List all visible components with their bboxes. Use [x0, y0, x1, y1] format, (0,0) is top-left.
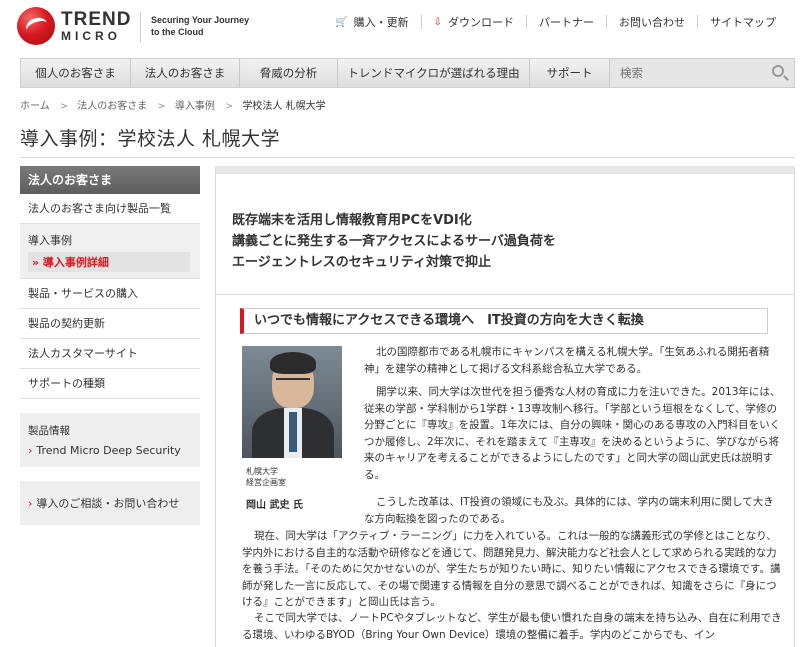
util-link-partner[interactable]: パートナー [526, 15, 606, 29]
sidebar-item-support-types[interactable]: サポートの種類 [20, 369, 200, 399]
lead-line-1: 既存端末を活用し情報教育用PCをVDI化 [232, 213, 472, 228]
breadcrumb-home[interactable]: ホーム [20, 101, 50, 112]
contact-box[interactable]: › 導入のご相談・お問い合わせ [20, 481, 200, 525]
sidebar: 法人のお客さま 法人のお客さま向け製品一覧 導入事例 » 導入事例詳細 製品・サ… [20, 166, 200, 525]
caption-org-line-1: 札幌大学 [246, 467, 278, 476]
paragraph-2: 開学以来、同大学は次世代を担う優秀な人材の育成に力を注いできた。2013年には、… [364, 386, 781, 481]
nav-support[interactable]: サポート [530, 59, 610, 87]
caption-org-line-2: 経営企画室 [246, 478, 286, 487]
paragraph-4: 現在、同大学は「アクティブ・ラーニング」に力を入れている。これは一般的な講義形式… [242, 530, 781, 608]
page-title: 導入事例：学校法人 札幌大学 [20, 128, 281, 150]
paragraph-3: こうした改革は、IT投資の領域にも及ぶ。具体的には、学内の端末利用に関して大きな… [364, 496, 774, 525]
tagline: Securing Your Journey to the Cloud [151, 14, 249, 38]
product-link-deep-security[interactable]: › Trend Micro Deep Security [28, 444, 192, 457]
utility-nav: 🛒 購入・更新 ⇩ ダウンロード パートナー お問い合わせ サイトマップ [323, 15, 788, 29]
chevron-right-icon: › [28, 497, 33, 510]
download-icon: ⇩ [433, 16, 442, 28]
sidebar-item-purchase[interactable]: 製品・サービスの購入 [20, 279, 200, 309]
logo-wordmark-bottom: MICRO [61, 29, 121, 43]
title-divider [20, 157, 795, 158]
nav-business[interactable]: 法人のお客さま [131, 59, 240, 87]
section-heading: いつでも情報にアクセスできる環境へ IT投資の方向を大きく転換 [240, 308, 768, 334]
contact-link-label: 導入のご相談・お問い合わせ [36, 497, 180, 510]
nav-personal[interactable]: 個人のお客さま [21, 59, 131, 87]
breadcrumb-business[interactable]: 法人のお客さま [77, 101, 147, 112]
paragraph-5: そこで同大学では、ノートPCやタブレットなど、学生が最も使い慣れた自身の端末を持… [242, 612, 782, 641]
site-header: TREND MICRO Securing Your Journey to the… [0, 0, 800, 56]
util-link-label: お問い合わせ [619, 16, 685, 29]
util-link-download[interactable]: ⇩ ダウンロード [420, 15, 526, 29]
search-box [610, 59, 794, 87]
product-link-label: Trend Micro Deep Security [36, 444, 181, 457]
photo-caption-name: 岡山 武史 氏 [246, 500, 303, 511]
global-nav: 個人のお客さま 法人のお客さま 脅威の分析 トレンドマイクロが選ばれる理由 サポ… [20, 58, 795, 88]
search-icon[interactable] [772, 65, 784, 77]
lead-line-2: 講義ごとに発生する一斉アクセスによるサーバ過負荷を [232, 234, 556, 249]
sidebar-item-cases[interactable]: 導入事例 [28, 232, 200, 248]
util-link-label: サイトマップ [710, 16, 776, 29]
chevron-right-icon: › [28, 444, 33, 457]
photo-hair [270, 352, 316, 374]
breadcrumb-separator: > [59, 101, 69, 112]
sidebar-item-customer-site[interactable]: 法人カスタマーサイト [20, 339, 200, 369]
trend-ball-icon [17, 7, 55, 45]
breadcrumb-cases[interactable]: 導入事例 [175, 101, 215, 112]
sidebar-heading[interactable]: 法人のお客さま [20, 166, 200, 194]
lead-line-3: エージェントレスのセキュリティ対策で抑止 [232, 255, 491, 270]
sidebar-item-case-detail[interactable]: » 導入事例詳細 [28, 252, 190, 272]
cart-icon: 🛒 [335, 16, 348, 28]
paragraph-1: 北の国際都市である札幌市にキャンパスを構える札幌大学。「生気あふれる開拓者精神」… [364, 346, 770, 375]
logo-wordmark-top: TREND [61, 9, 132, 30]
nav-why-trend[interactable]: トレンドマイクロが選ばれる理由 [338, 59, 530, 87]
sidebar-item-renewal[interactable]: 製品の契約更新 [20, 309, 200, 339]
lead-divider [216, 294, 794, 295]
article-panel: 既存端末を活用し情報教育用PCをVDI化 講義ごとに発生する一斉アクセスによるサ… [215, 166, 795, 647]
article-lead: 既存端末を活用し情報教育用PCをVDI化 講義ごとに発生する一斉アクセスによるサ… [232, 210, 556, 273]
sidebar-item-products[interactable]: 法人のお客さま向け製品一覧 [20, 194, 200, 224]
interviewee-photo [242, 346, 342, 458]
breadcrumb-separator: > [224, 101, 234, 112]
util-link-label: ダウンロード [448, 16, 514, 29]
util-link-label: 購入・更新 [353, 16, 409, 29]
util-link-purchase[interactable]: 🛒 購入・更新 [323, 15, 420, 29]
photo-caption-org: 札幌大学 経営企画室 [246, 466, 286, 488]
tagline-line-1: Securing Your Journey [151, 15, 250, 25]
logo-divider [140, 12, 141, 42]
util-link-label: パートナー [539, 16, 594, 29]
sidebar-group-cases: 導入事例 » 導入事例詳細 [20, 224, 200, 279]
breadcrumb: ホーム > 法人のお客さま > 導入事例 > 学校法人 札幌大学 [20, 97, 330, 112]
product-info-box: 製品情報 › Trend Micro Deep Security [20, 413, 200, 467]
photo-glasses [276, 378, 310, 386]
breadcrumb-current: 学校法人 札幌大学 [242, 101, 326, 112]
util-link-sitemap[interactable]: サイトマップ [697, 15, 788, 29]
tagline-line-2: to the Cloud [151, 27, 204, 37]
util-link-contact[interactable]: お問い合わせ [606, 15, 697, 29]
breadcrumb-separator: > [157, 101, 166, 112]
nav-threats[interactable]: 脅威の分析 [240, 59, 338, 87]
trend-micro-logo[interactable]: TREND MICRO [17, 7, 137, 47]
search-input[interactable] [610, 59, 794, 87]
product-info-title: 製品情報 [28, 425, 70, 437]
photo-tie [289, 412, 297, 452]
